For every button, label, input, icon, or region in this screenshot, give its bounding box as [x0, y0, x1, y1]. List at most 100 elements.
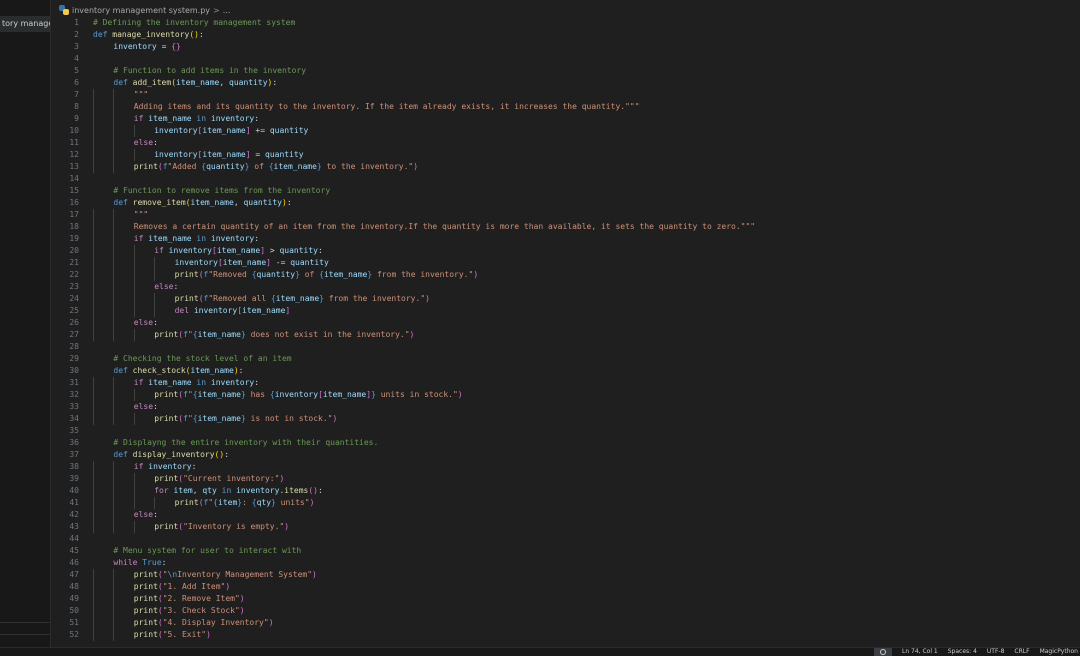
code-lines[interactable]: 1 # Defining the inventory management sys… [51, 17, 1080, 641]
code-line[interactable]: 47 print("\nInventory Management System") [51, 569, 1080, 581]
code-line[interactable]: 28 [51, 341, 1080, 353]
code-line[interactable]: 45 # Menu system for user to interact wit… [51, 545, 1080, 557]
code-line[interactable]: 32 print(f"{item_name} has {inventory[ite… [51, 389, 1080, 401]
code-line[interactable]: 37 def display_inventory(): [51, 449, 1080, 461]
code-line[interactable]: 52 print("5. Exit") [51, 629, 1080, 641]
explorer-open-file-item[interactable]: tory manage... [0, 16, 50, 32]
code-line[interactable]: 43 print("Inventory is empty.") [51, 521, 1080, 533]
code-text: inventory = {} [113, 41, 180, 53]
code-line[interactable]: 48 print("1. Add Item") [51, 581, 1080, 593]
code-line[interactable]: 11 else: [51, 137, 1080, 149]
indent-guide [93, 413, 94, 425]
code-line[interactable]: 6 def add_item(item_name, quantity): [51, 77, 1080, 89]
code-line[interactable]: 22 print(f"Removed {quantity} of {item_na… [51, 269, 1080, 281]
code-line[interactable]: 39 print("Current inventory:") [51, 473, 1080, 485]
code-line[interactable]: 24 print(f"Removed all {item_name} from t… [51, 293, 1080, 305]
code-line[interactable]: 15 # Function to remove items from the in… [51, 185, 1080, 197]
status-eol[interactable]: CRLF [1014, 648, 1029, 656]
code-token: "5. Exit" [162, 630, 207, 639]
code-line[interactable]: 41 print(f"{item}: {qty} units") [51, 497, 1080, 509]
code-line[interactable]: 14 [51, 173, 1080, 185]
indent-guide [113, 581, 115, 593]
code-line[interactable]: 50 print("3. Check Stock") [51, 605, 1080, 617]
code-line[interactable]: 17 """ [51, 209, 1080, 221]
line-number: 29 [69, 354, 79, 363]
code-line[interactable]: 4 [51, 53, 1080, 65]
line-number: 1 [74, 18, 79, 27]
code-line[interactable]: 1 # Defining the inventory management sys… [51, 17, 1080, 29]
code-line[interactable]: 10 inventory[item_name] += quantity [51, 125, 1080, 137]
code-line[interactable]: 19 if item_name in inventory: [51, 233, 1080, 245]
code-line[interactable]: 38 if inventory: [51, 461, 1080, 473]
code-line[interactable]: 42 else: [51, 509, 1080, 521]
code-line[interactable]: 3 inventory = {} [51, 41, 1080, 53]
code-line[interactable]: 27 print(f"{item_name} does not exist in … [51, 329, 1080, 341]
code-token: ) [284, 522, 290, 531]
code-line[interactable]: 36 # Displayng the entire inventory with … [51, 437, 1080, 449]
breadcrumb-ellipsis[interactable]: ... [223, 6, 231, 15]
code-token: True [142, 558, 162, 567]
indent-guide [154, 293, 156, 305]
code-line[interactable]: 8 Adding items and its quantity to the in… [51, 101, 1080, 113]
code-line[interactable]: 30 def check_stock(item_name): [51, 365, 1080, 377]
indent-guide [113, 89, 115, 101]
code-text: print(f"{item_name} has {inventory[item_… [154, 389, 462, 401]
code-line[interactable]: 21 inventory[item_name] -= quantity [51, 257, 1080, 269]
code-text: print(f"{item_name} does not exist in th… [154, 329, 414, 341]
code-line[interactable]: 29 # Checking the stock level of an item [51, 353, 1080, 365]
line-number: 33 [69, 402, 79, 411]
code-line[interactable]: 40 for item, qty in inventory.items(): [51, 485, 1080, 497]
code-line[interactable]: 23 else: [51, 281, 1080, 293]
code-token: "3. Check Stock" [162, 606, 240, 615]
status-bar: Ln 74, Col 1 Spaces: 4 UTF-8 CRLF MagicP… [0, 647, 1080, 656]
code-token: item_name [148, 114, 192, 123]
code-line[interactable]: 51 print("4. Display Inventory") [51, 617, 1080, 629]
code-token: display_inventory [132, 450, 215, 459]
code-token: ) [425, 294, 430, 303]
indent-guide [113, 317, 115, 329]
code-line[interactable]: 20 if inventory[item_name] > quantity: [51, 245, 1080, 257]
code-line[interactable]: 33 else: [51, 401, 1080, 413]
code-token: item_name [148, 378, 192, 387]
code-token: , [192, 486, 203, 495]
code-line[interactable]: 13 print(f"Added {quantity} of {item_name… [51, 161, 1080, 173]
code-line[interactable]: 12 inventory[item_name] = quantity [51, 149, 1080, 161]
code-token: : [318, 246, 323, 255]
code-text: if item_name in inventory: [134, 377, 259, 389]
zoom-button[interactable] [873, 648, 892, 656]
code-line[interactable]: 5 # Function to add items in the inventor… [51, 65, 1080, 77]
code-line[interactable]: 31 if item_name in inventory: [51, 377, 1080, 389]
code-token: print [133, 618, 158, 627]
code-line[interactable]: 7 """ [51, 89, 1080, 101]
indent-guide [113, 257, 115, 269]
code-line[interactable]: 16 def remove_item(item_name, quantity): [51, 197, 1080, 209]
code-line[interactable]: 35 [51, 425, 1080, 437]
line-number: 7 [74, 90, 79, 99]
code-editor[interactable]: inventory management system.py > ... 1 # … [51, 0, 1080, 648]
code-line[interactable]: 18 Removes a certain quantity of an item … [51, 221, 1080, 233]
code-line[interactable]: 44 [51, 533, 1080, 545]
code-token: inventory [274, 390, 319, 399]
code-line[interactable]: 46 while True: [51, 557, 1080, 569]
code-line[interactable]: 49 print("2. Remove Item") [51, 593, 1080, 605]
code-token: : [286, 198, 292, 207]
code-line[interactable]: 25 del inventory[item_name] [51, 305, 1080, 317]
line-number: 27 [69, 330, 79, 339]
code-text: if item_name in inventory: [134, 233, 259, 245]
code-line[interactable]: 2 def manage_inventory(): [51, 29, 1080, 41]
status-indentation[interactable]: Spaces: 4 [948, 648, 977, 656]
indent-guide [93, 101, 94, 113]
code-line[interactable]: 34 print(f"{item_name} is not in stock.") [51, 413, 1080, 425]
indent-guide [93, 149, 94, 161]
line-number: 44 [69, 534, 79, 543]
indent-guide [93, 377, 94, 389]
status-line-col[interactable]: Ln 74, Col 1 [902, 648, 938, 656]
status-encoding[interactable]: UTF-8 [987, 648, 1005, 656]
indent-guide [93, 257, 94, 269]
code-token: "Inventory is empty." [183, 522, 285, 531]
status-language[interactable]: MagicPython [1040, 648, 1078, 656]
code-line[interactable]: 9 if item_name in inventory: [51, 113, 1080, 125]
indent-guide [133, 281, 135, 293]
code-line[interactable]: 26 else: [51, 317, 1080, 329]
breadcrumb-file-name[interactable]: inventory management system.py [72, 6, 210, 15]
